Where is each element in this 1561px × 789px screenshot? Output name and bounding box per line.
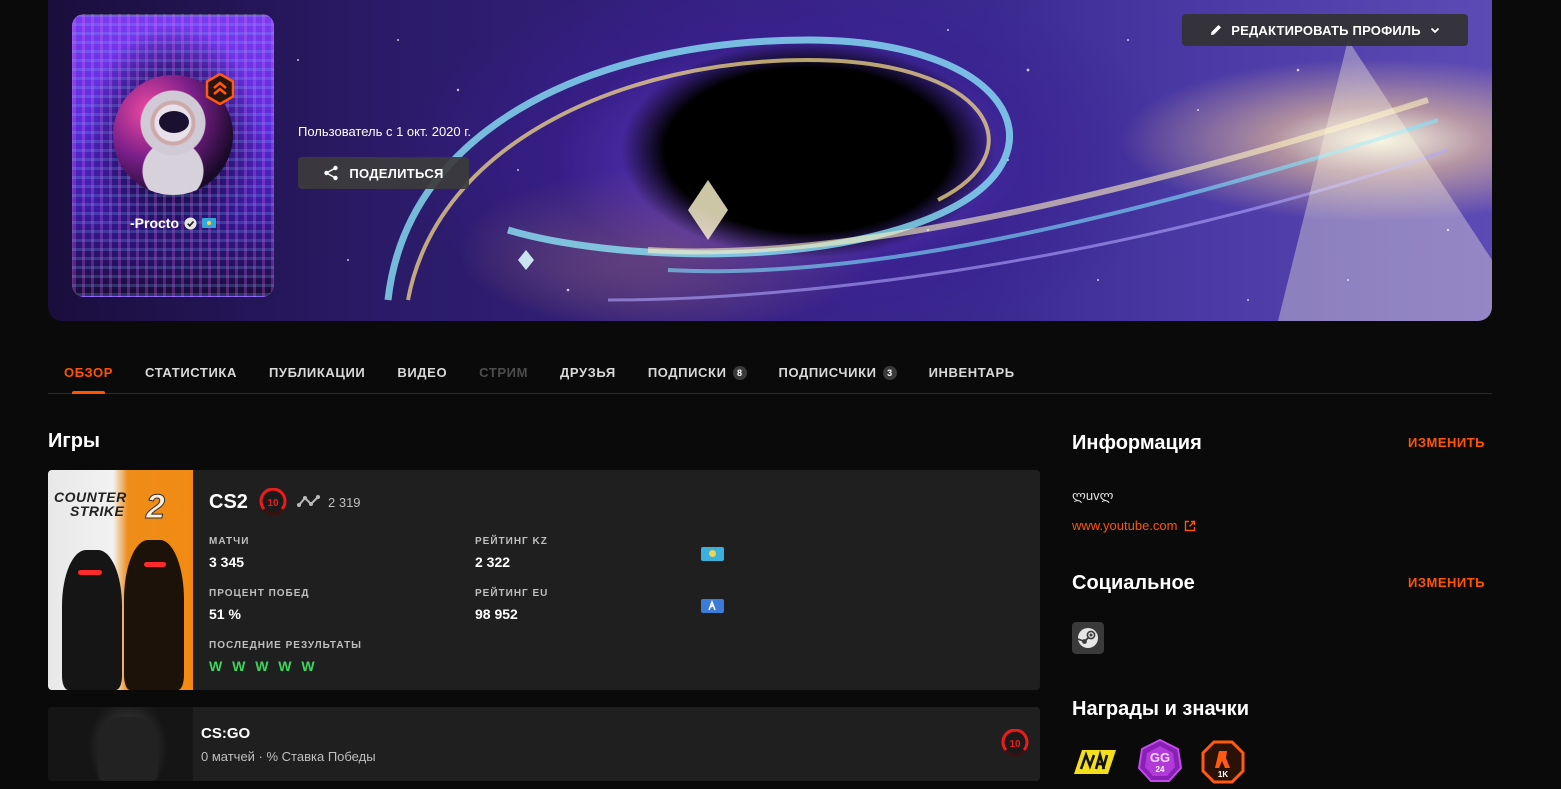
tab-label: ПОДПИСКИ (647, 365, 727, 380)
rating-eu-label: РЕЙТИНГ EU (475, 588, 549, 599)
cs2-logo-line2: STRIKE (70, 503, 125, 519)
edit-profile-label: РЕДАКТИРОВАТЬ ПРОФИЛЬ (1231, 22, 1421, 38)
skill-level-value: 10 (1009, 739, 1021, 750)
tab-subscribers[interactable]: ПОДПИСЧИКИ 3 (763, 352, 913, 393)
astronaut-visor (159, 111, 189, 133)
soldier-figure (98, 717, 158, 781)
1k-badge-text: 1K (1218, 770, 1228, 779)
social-title: Социальное (1072, 572, 1195, 594)
bio-text: ლuvლ (1072, 488, 1114, 503)
soldier-goggles (144, 562, 166, 567)
winrate-value: 51 % (209, 606, 241, 622)
elo-value: 2 319 (328, 495, 361, 510)
youtube-link-text: www.youtube.com (1072, 518, 1178, 533)
chevron-down-icon (1430, 27, 1439, 34)
tab-label: ПУБЛИКАЦИИ (268, 365, 366, 380)
region-eu-icon (701, 599, 724, 613)
tab-video[interactable]: ВИДЕО (381, 352, 463, 393)
awards-title: Награды и значки (1072, 698, 1249, 720)
tab-stream: СТРИМ (463, 352, 544, 393)
steam-icon (1077, 628, 1098, 648)
cs2-logo-line1: COUNTER (54, 489, 127, 505)
subscribers-count: 3 (882, 365, 897, 380)
member-since: Пользователь с 1 окт. 2020 г. (298, 124, 472, 139)
skill-level-value: 10 (267, 498, 279, 509)
region-eu-glyph (708, 599, 716, 611)
tab-label: ДРУЗЬЯ (560, 365, 616, 380)
external-link-icon (1184, 520, 1195, 531)
profile-card: -Procto (72, 14, 274, 297)
tab-label: ИНВЕНТАРЬ (928, 365, 1015, 380)
pencil-icon (1211, 25, 1222, 35)
cs2-logo: COUNTER STRIKE (54, 490, 127, 518)
verified-icon (184, 216, 197, 230)
tab-overview[interactable]: ОБЗОР (48, 352, 129, 394)
username: -Procto (130, 215, 179, 231)
csgo-title: CS:GO (201, 725, 251, 742)
username-row: -Procto (73, 215, 273, 231)
tab-publications[interactable]: ПУБЛИКАЦИИ (253, 352, 381, 393)
tab-subscriptions[interactable]: ПОДПИСКИ 8 (632, 352, 763, 393)
1k-badge[interactable]: 1K (1201, 740, 1245, 784)
tab-label: СТАТИСТИКА (145, 365, 237, 380)
matches-label: МАТЧИ (209, 536, 250, 547)
edit-profile-button[interactable]: РЕДАКТИРОВАТЬ ПРОФИЛЬ (1182, 14, 1468, 46)
level-chevron-icon (205, 73, 235, 105)
matches-value: 3 345 (209, 554, 245, 570)
tab-label: ВИДЕО (397, 365, 448, 380)
tab-statistics[interactable]: СТАТИСТИКА (129, 352, 253, 393)
cs2-title: CS2 (209, 491, 248, 513)
cs2-logo-number: 2 (146, 488, 166, 527)
navi-badge[interactable] (1072, 742, 1118, 782)
info-title: Информация (1072, 432, 1202, 454)
soldier-goggles (78, 570, 102, 575)
flag-kz-icon (202, 218, 216, 228)
csgo-game-card[interactable]: CS:GO 0 матчей · % Ставка Победы 10 (48, 707, 1040, 781)
share-label: ПОДЕЛИТЬСЯ (349, 165, 444, 181)
flag-kz-icon (701, 547, 724, 561)
cs2-game-card[interactable]: COUNTER STRIKE 2 CS2 10 2 319 МАТЧИ 3 34… (48, 470, 1040, 690)
recent-results: W W W W W (209, 658, 318, 674)
info-edit-link[interactable]: ИЗМЕНИТЬ (1408, 435, 1485, 450)
skill-level-icon: 10 (259, 488, 287, 516)
winrate-label: ПРОЦЕНТ ПОБЕД (209, 588, 310, 599)
youtube-link[interactable]: www.youtube.com (1072, 518, 1196, 533)
profile-tabs: ОБЗОР СТАТИСТИКА ПУБЛИКАЦИИ ВИДЕО СТРИМ … (48, 352, 1492, 394)
recent-results-label: ПОСЛЕДНИЕ РЕЗУЛЬТАТЫ (209, 640, 362, 651)
share-icon (324, 165, 339, 181)
csgo-cover-art (48, 707, 193, 781)
tab-friends[interactable]: ДРУЗЬЯ (544, 352, 632, 393)
rating-kz-label: РЕЙТИНГ KZ (475, 536, 548, 547)
tab-label: ПОДПИСЧИКИ (778, 365, 877, 380)
social-edit-link[interactable]: ИЗМЕНИТЬ (1408, 575, 1485, 590)
steam-account-button[interactable] (1072, 622, 1104, 654)
elo-icon (297, 495, 320, 507)
share-button[interactable]: ПОДЕЛИТЬСЯ (298, 157, 469, 189)
games-title: Игры (48, 430, 101, 452)
skill-level-icon: 10 (1001, 729, 1029, 757)
gg-badge-text: GG (1150, 750, 1170, 765)
tab-inventory[interactable]: ИНВЕНТАРЬ (913, 352, 1031, 393)
gg-badge-number: 24 (1156, 765, 1165, 774)
tab-label: СТРИМ (479, 365, 529, 380)
gg-24-badge[interactable]: GG 24 (1137, 738, 1183, 784)
cs2-cover-art: COUNTER STRIKE 2 (48, 470, 193, 690)
subscriptions-count: 8 (732, 365, 747, 380)
rating-kz-value: 2 322 (475, 554, 511, 570)
csgo-subtitle: 0 матчей · % Ставка Победы (201, 749, 376, 764)
tab-label: ОБЗОР (64, 365, 114, 380)
rating-eu-value: 98 952 (475, 606, 518, 622)
